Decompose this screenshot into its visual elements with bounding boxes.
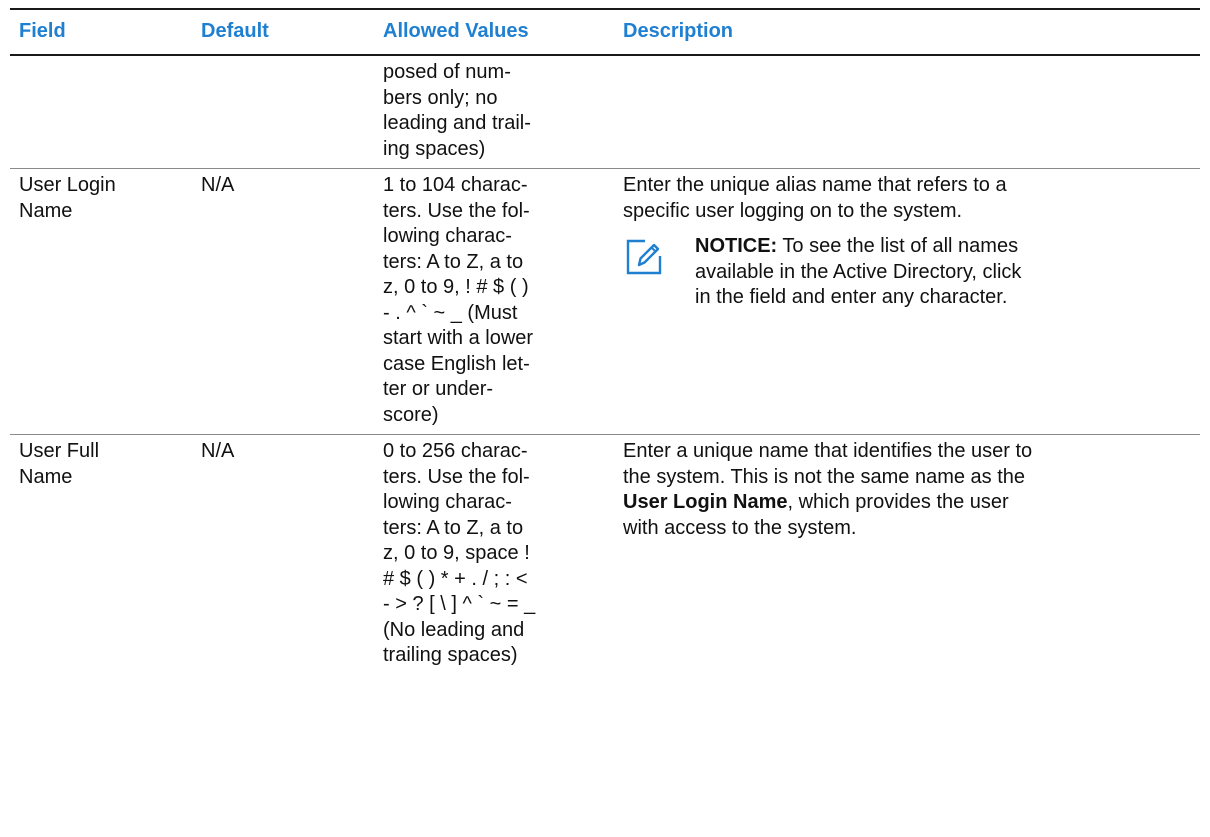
text-line: leading and trail- bbox=[383, 112, 531, 134]
notice-box: NOTICE: To see the list of all names ava… bbox=[623, 234, 1190, 311]
text-line: case English let- bbox=[383, 352, 530, 375]
description-cell: Enter a unique name that identifies the … bbox=[614, 435, 1200, 675]
notice-label: NOTICE: bbox=[695, 235, 778, 257]
text-line: - > ? [ \ ] ^ ` ~ = _ bbox=[383, 593, 536, 615]
bold-term: User Login Name bbox=[623, 491, 788, 513]
notice-line-3: in the field and enter any character. bbox=[695, 286, 1008, 308]
table-header-row: Field Default Allowed Values Description bbox=[10, 8, 1200, 56]
field-cell: User Login Name bbox=[10, 169, 192, 434]
text-line: specific user logging on to the system. bbox=[623, 199, 963, 222]
text-line: - . ^ ` ~ _ (Must bbox=[383, 301, 518, 324]
notice-line-1: To see the list of all names bbox=[777, 235, 1019, 257]
text-line: score) bbox=[383, 403, 439, 426]
description-cell: Enter the unique alias name that refers … bbox=[614, 169, 1200, 434]
default-cell: N/A bbox=[201, 174, 235, 196]
note-pencil-icon bbox=[625, 234, 665, 311]
text-line: # $ ( ) * + . / ; : < bbox=[383, 567, 528, 590]
note-pencil-icon-graphic bbox=[626, 239, 662, 275]
text-line: 1 to 104 charac- bbox=[383, 174, 528, 196]
allowed-values-cell: posed of num- bers only; no leading and … bbox=[374, 56, 614, 168]
text-line: 0 to 256 charac- bbox=[383, 440, 528, 462]
allowed-values-cell: 0 to 256 charac- ters. Use the fol- lowi… bbox=[374, 435, 614, 675]
text-line: z, 0 to 9, ! # $ ( ) bbox=[383, 276, 529, 298]
text-line: User Login bbox=[19, 174, 116, 196]
table-row: User Login Name N/A 1 to 104 charac- ter… bbox=[10, 169, 1200, 435]
text-line: ters. Use the fol- bbox=[383, 199, 530, 222]
default-cell: N/A bbox=[201, 440, 235, 462]
text-line: ters. Use the fol- bbox=[383, 465, 530, 488]
text-line: with access to the system. bbox=[623, 516, 857, 539]
text-line: lowing charac- bbox=[383, 225, 512, 247]
table-row: posed of num- bers only; no leading and … bbox=[10, 56, 1200, 169]
text-line: Enter a unique name that identifies the … bbox=[623, 440, 1033, 462]
field-cell: User Full Name bbox=[10, 435, 192, 675]
text-line: trailing spaces) bbox=[383, 644, 518, 666]
text-line: ter or under- bbox=[383, 378, 494, 400]
text-line: ters: A to Z, a to bbox=[383, 250, 524, 273]
text-line: posed of num- bbox=[383, 61, 511, 83]
text-line: bers only; no bbox=[383, 86, 498, 109]
text-line: Enter the unique alias name that refers … bbox=[623, 174, 1007, 196]
text-line: (No leading and bbox=[383, 618, 525, 641]
header-field: Field bbox=[19, 20, 66, 43]
text-line: ters: A to Z, a to bbox=[383, 516, 524, 539]
text-line: NOTICE: To see the list of all names bbox=[695, 234, 1190, 260]
text-line: Name bbox=[19, 199, 73, 222]
allowed-values-cell: 1 to 104 charac- ters. Use the fol- lowi… bbox=[374, 169, 614, 434]
parameters-table: Field Default Allowed Values Description… bbox=[10, 8, 1200, 675]
text-line: User Login Name, which provides the user bbox=[623, 490, 1190, 516]
header-description: Description bbox=[623, 20, 734, 43]
text-line: User Full bbox=[19, 440, 100, 462]
table-row: User Full Name N/A 0 to 256 charac- ters… bbox=[10, 435, 1200, 675]
notice-line-2: available in the Active Directory, click bbox=[695, 260, 1022, 283]
field-cell bbox=[10, 56, 192, 168]
description-cell bbox=[614, 56, 1200, 168]
header-default: Default bbox=[201, 20, 269, 43]
text-run: , which provides the user bbox=[787, 491, 1009, 513]
text-line: Name bbox=[19, 465, 73, 488]
text-line: ing spaces) bbox=[383, 137, 486, 160]
header-allowed-values: Allowed Values bbox=[383, 20, 529, 43]
text-line: lowing charac- bbox=[383, 491, 512, 513]
text-line: z, 0 to 9, space ! bbox=[383, 542, 530, 564]
text-line: the system. This is not the same name as… bbox=[623, 465, 1026, 488]
text-line: start with a lower bbox=[383, 327, 534, 349]
notice-text: NOTICE: To see the list of all names ava… bbox=[695, 234, 1190, 311]
default-cell bbox=[192, 56, 374, 168]
